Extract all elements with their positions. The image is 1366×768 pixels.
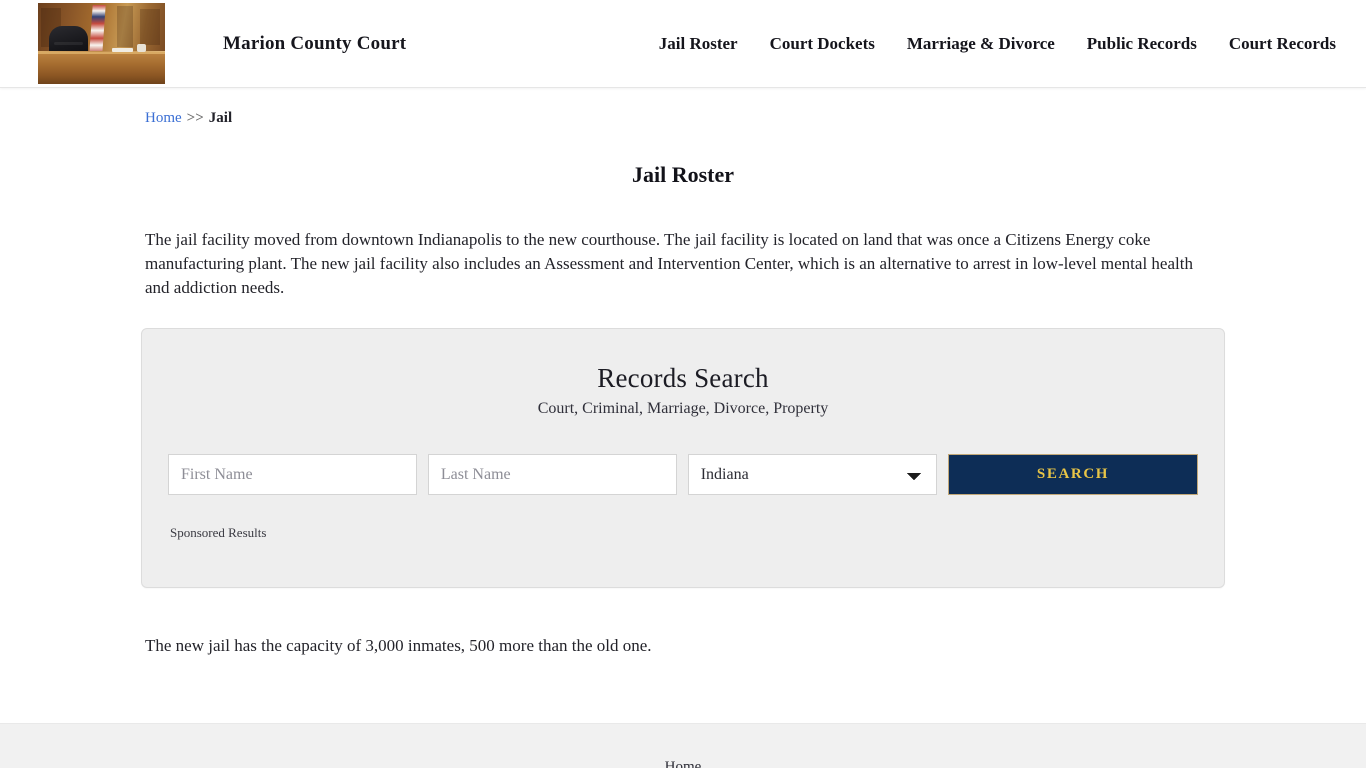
nav-item-court-records[interactable]: Court Records — [1213, 34, 1336, 54]
outro-paragraph: The new jail has the capacity of 3,000 i… — [145, 636, 652, 656]
footer-links: Home — [0, 724, 1366, 768]
page-title: Jail Roster — [631, 162, 735, 187]
first-name-input[interactable] — [168, 454, 417, 496]
nav-item-court-dockets[interactable]: Court Dockets — [754, 34, 891, 54]
footer-link-home[interactable]: Home — [665, 759, 702, 768]
breadcrumb-separator: >> — [186, 110, 204, 126]
last-name-input[interactable] — [427, 454, 677, 496]
main-navigation: Jail Roster Court Dockets Marriage & Div… — [643, 34, 1336, 54]
search-button[interactable]: SEARCH — [947, 454, 1198, 496]
nav-item-marriage-divorce[interactable]: Marriage & Divorce — [891, 34, 1071, 54]
main-content: Home >> Jail Jail Roster The jail facility… — [129, 88, 1237, 659]
breadcrumb: Home >> Jail — [129, 88, 1237, 127]
sponsored-results-label: Sponsored Results — [170, 525, 267, 541]
site-header: Marion County Court Jail Roster Court Do… — [0, 0, 1366, 88]
nav-item-public-records[interactable]: Public Records — [1071, 34, 1213, 54]
state-select[interactable]: Indiana — [687, 454, 937, 496]
breadcrumb-link-home[interactable]: Home — [145, 110, 182, 126]
records-search-form: Indiana SEARCH — [168, 454, 1198, 496]
intro-paragraph: The jail facility moved from downtown In… — [145, 230, 1193, 298]
nav-item-jail-roster[interactable]: Jail Roster — [643, 34, 754, 54]
search-panel-subheading: Court, Criminal, Marriage, Divorce, Prop… — [537, 400, 829, 418]
records-search-panel: Records Search Court, Criminal, Marriage… — [141, 328, 1225, 589]
courtroom-photo-logo[interactable] — [38, 3, 165, 84]
site-footer: Home — [0, 723, 1366, 768]
panel-bottom-spacer — [168, 541, 1198, 559]
brand[interactable]: Marion County Court — [38, 3, 406, 84]
breadcrumb-current-jail: Jail — [208, 110, 233, 126]
search-panel-heading: Records Search — [597, 363, 769, 394]
site-title: Marion County Court — [223, 32, 407, 54]
